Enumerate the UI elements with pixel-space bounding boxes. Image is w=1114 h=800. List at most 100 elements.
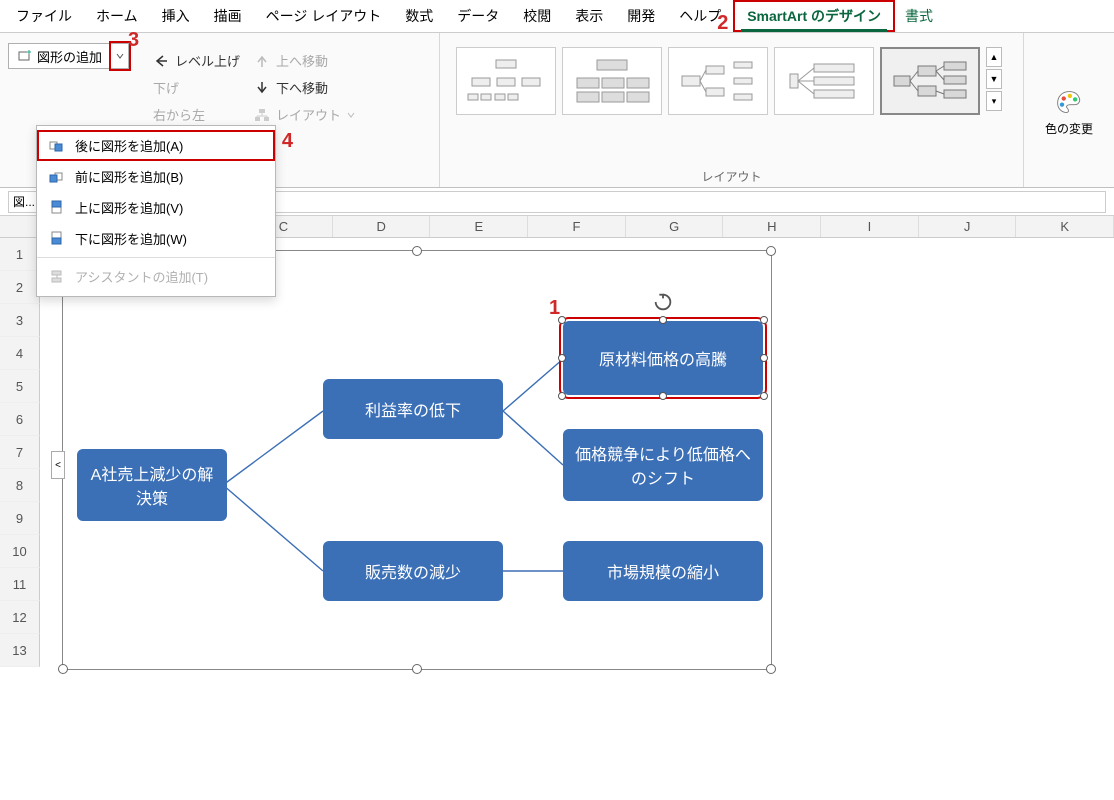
add-above-icon xyxy=(49,200,65,216)
col-header[interactable]: G xyxy=(626,216,724,237)
add-after-icon xyxy=(49,138,65,154)
annotation-4: 4 xyxy=(282,130,293,153)
smartart-node-1[interactable]: 利益率の低下 xyxy=(323,379,503,439)
layout-thumb-icon xyxy=(572,56,652,106)
rotate-icon xyxy=(652,291,674,313)
shape-handle[interactable] xyxy=(558,392,566,400)
row-header[interactable]: 4 xyxy=(0,337,40,370)
layout-icon xyxy=(254,107,270,123)
move-up-label: 上へ移動 xyxy=(276,51,328,70)
row-header[interactable]: 3 xyxy=(0,304,40,337)
menu-formulas[interactable]: 数式 xyxy=(393,2,445,30)
arrow-left-icon xyxy=(153,53,169,69)
layout-gallery: ▲ ▼ ▾ xyxy=(448,39,1010,166)
color-change-label: 色の変更 xyxy=(1045,120,1093,137)
add-shape-dropdown-button[interactable] xyxy=(111,43,129,69)
layout-option-3[interactable] xyxy=(668,47,768,115)
ribbon-group-color: 色の変更 xyxy=(1024,33,1114,187)
smartart-node-1b[interactable]: 価格競争により低価格へのシフト xyxy=(563,429,763,501)
row-header[interactable]: 5 xyxy=(0,370,40,403)
menu-dev[interactable]: 開発 xyxy=(615,2,667,30)
layout-option-2[interactable] xyxy=(562,47,662,115)
menu-item-add-assistant-label: アシスタントの追加(T) xyxy=(75,267,208,286)
menu-draw[interactable]: 描画 xyxy=(202,2,254,30)
promote-button[interactable]: レベル上げ xyxy=(153,51,240,70)
col-header[interactable]: D xyxy=(333,216,431,237)
menu-home[interactable]: ホーム xyxy=(84,2,150,30)
row-header[interactable]: 9 xyxy=(0,502,40,535)
layout-submenu-button: レイアウト xyxy=(254,105,355,124)
layout-option-5[interactable] xyxy=(880,47,980,115)
annotation-3: 3 xyxy=(128,29,139,52)
shape-handle[interactable] xyxy=(558,354,566,362)
rotate-handle[interactable] xyxy=(652,291,674,318)
ribbon: 3 図形の追加 後に図形を追加(A) 4 xyxy=(0,33,1114,188)
shape-handle[interactable] xyxy=(659,316,667,324)
smartart-node-root[interactable]: A社売上減少の解決策 xyxy=(77,449,227,521)
row-header[interactable]: 10 xyxy=(0,535,40,568)
annotation-2: 2 xyxy=(717,12,728,35)
row-header[interactable]: 13 xyxy=(0,634,40,667)
menu-insert[interactable]: 挿入 xyxy=(150,2,202,30)
layout-option-1[interactable] xyxy=(456,47,556,115)
worksheet-area: A B C D E F G H I J K 1 2 3 4 5 6 7 8 9 … xyxy=(0,216,1114,800)
tab-smartart-design[interactable]: SmartArt のデザイン xyxy=(733,0,895,32)
menu-bar: ファイル ホーム 挿入 描画 ページ レイアウト 数式 データ 校閲 表示 開発… xyxy=(0,0,1114,33)
row-header[interactable]: 1 xyxy=(0,238,40,271)
menu-file[interactable]: ファイル xyxy=(4,2,84,30)
chevron-down-icon xyxy=(347,111,355,119)
row-header[interactable]: 12 xyxy=(0,601,40,634)
shape-handle[interactable] xyxy=(760,316,768,324)
add-before-icon xyxy=(49,169,65,185)
layout-gallery-scroll[interactable]: ▲ ▼ ▾ xyxy=(986,47,1002,111)
menu-item-add-before-label: 前に図形を追加(B) xyxy=(75,167,183,186)
scroll-down-button[interactable]: ▼ xyxy=(986,69,1002,89)
move-up-button: 上へ移動 xyxy=(254,51,355,70)
scroll-more-button[interactable]: ▾ xyxy=(986,91,1002,111)
menu-review[interactable]: 校閲 xyxy=(511,2,563,30)
col-header[interactable]: K xyxy=(1016,216,1114,237)
menu-item-add-before[interactable]: 前に図形を追加(B) xyxy=(37,161,275,192)
smartart-node-2a[interactable]: 市場規模の縮小 xyxy=(563,541,763,601)
smartart-node-1a[interactable]: 原材料価格の高騰 xyxy=(563,321,763,395)
menu-view[interactable]: 表示 xyxy=(563,2,615,30)
shape-handle[interactable] xyxy=(659,392,667,400)
col-header[interactable]: E xyxy=(430,216,528,237)
scroll-up-button[interactable]: ▲ xyxy=(986,47,1002,67)
formula-input[interactable] xyxy=(145,191,1106,213)
menu-item-add-above[interactable]: 上に図形を追加(V) xyxy=(37,192,275,223)
row-header[interactable]: 6 xyxy=(0,403,40,436)
add-shape-button[interactable]: 図形の追加 xyxy=(8,43,111,69)
tab-format[interactable]: 書式 xyxy=(895,2,943,30)
shape-handle[interactable] xyxy=(760,354,768,362)
col-header[interactable]: H xyxy=(723,216,821,237)
menu-pagelayout[interactable]: ページ レイアウト xyxy=(254,2,394,30)
arrow-down-icon xyxy=(254,80,270,96)
menu-item-add-assistant: アシスタントの追加(T) xyxy=(37,261,275,292)
menu-data[interactable]: データ xyxy=(445,2,511,30)
move-down-button[interactable]: 下へ移動 xyxy=(254,78,355,97)
chevron-down-icon xyxy=(116,52,124,60)
layout-group-label: レイアウト xyxy=(448,166,1015,185)
add-assistant-icon xyxy=(49,269,65,285)
row-header[interactable]: 8 xyxy=(0,469,40,502)
col-header[interactable]: F xyxy=(528,216,626,237)
smartart-frame[interactable]: < A社売上減少の解決策 利益率の低下 販売数の減少 1 原材料価格の高騰 xyxy=(62,250,772,670)
layout-submenu-label: レイアウト xyxy=(276,105,341,124)
layout-option-4[interactable] xyxy=(774,47,874,115)
menu-item-add-after[interactable]: 後に図形を追加(A) 4 xyxy=(37,130,275,161)
row-header[interactable]: 11 xyxy=(0,568,40,601)
row-header[interactable]: 7 xyxy=(0,436,40,469)
smartart-node-2[interactable]: 販売数の減少 xyxy=(323,541,503,601)
annotation-1: 1 xyxy=(549,297,560,320)
layout-thumb-icon xyxy=(784,56,864,106)
col-header[interactable]: J xyxy=(919,216,1017,237)
add-shape-dropdown-menu: 後に図形を追加(A) 4 前に図形を追加(B) 上に図形を追加(V) 下に図形を… xyxy=(36,125,276,297)
ribbon-group-create: 3 図形の追加 後に図形を追加(A) 4 xyxy=(0,33,440,187)
shape-handle[interactable] xyxy=(760,392,768,400)
row-header[interactable]: 2 xyxy=(0,271,40,304)
color-change-button[interactable]: 色の変更 xyxy=(1032,39,1106,185)
row-headers: 1 2 3 4 5 6 7 8 9 10 11 12 13 xyxy=(0,238,40,667)
menu-item-add-below[interactable]: 下に図形を追加(W) xyxy=(37,223,275,254)
col-header[interactable]: I xyxy=(821,216,919,237)
